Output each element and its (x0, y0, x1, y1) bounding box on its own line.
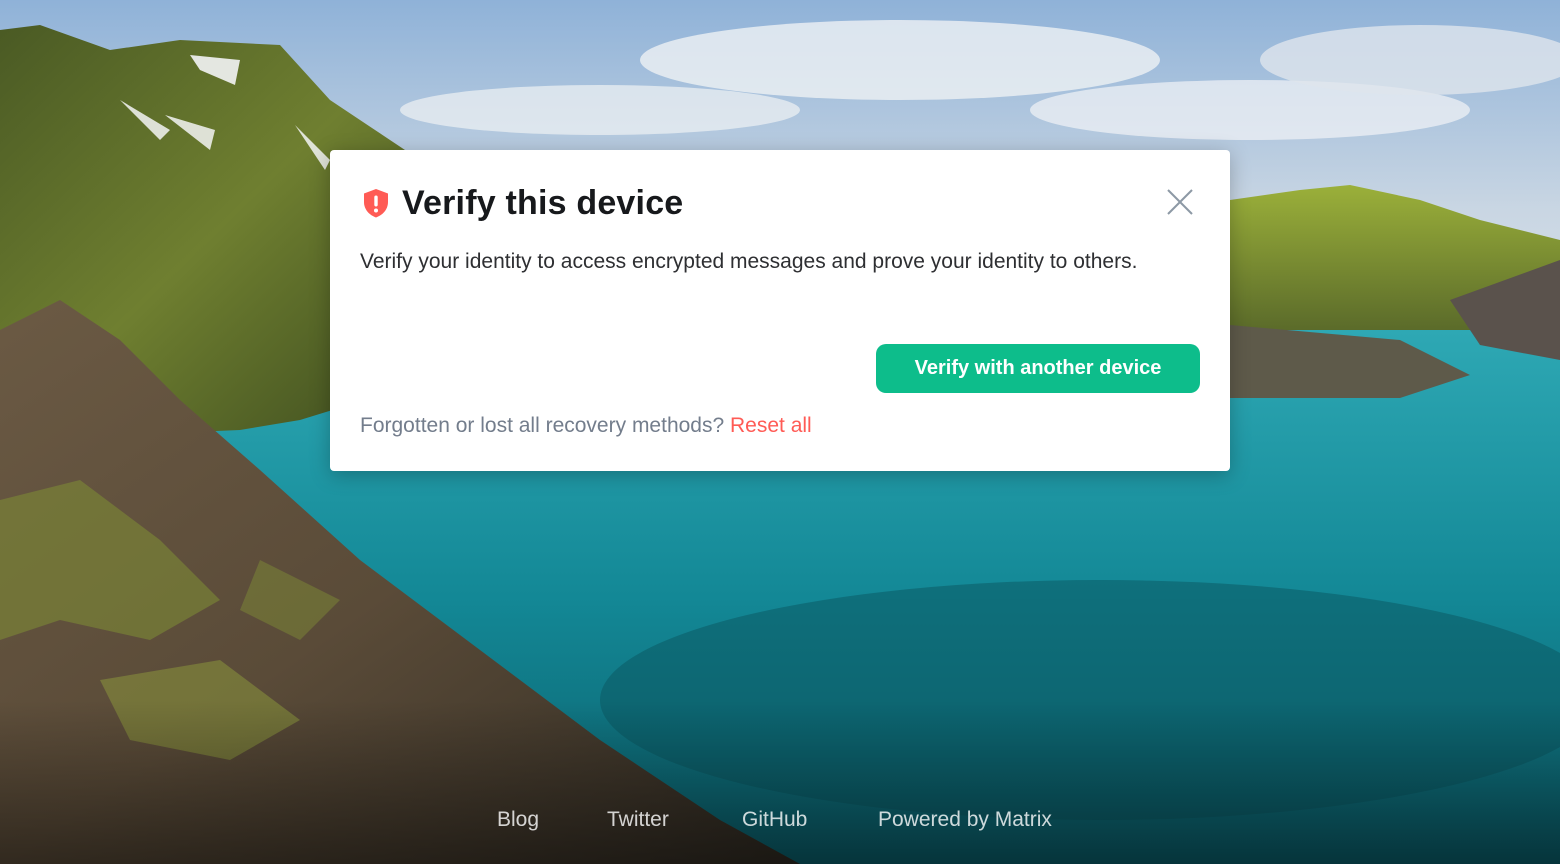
footer-link-blog[interactable]: Blog (497, 808, 539, 832)
reset-all-link[interactable]: Reset all (730, 414, 812, 437)
footer-link-powered-by-matrix[interactable]: Powered by Matrix (878, 808, 1052, 832)
dialog-title: Verify this device (402, 183, 684, 222)
recovery-prompt-text: Forgotten or lost all recovery methods? (360, 414, 725, 437)
dialog-actions: Verify with another device (876, 344, 1200, 393)
shield-warning-icon (360, 187, 392, 219)
verify-device-dialog: Verify this device Verify your identity … (330, 150, 1230, 471)
close-button[interactable] (1166, 188, 1194, 216)
verify-with-another-device-button[interactable]: Verify with another device (876, 344, 1200, 393)
footer-link-github[interactable]: GitHub (742, 808, 807, 832)
footer: Blog Twitter GitHub Powered by Matrix (0, 808, 1560, 838)
footer-link-twitter[interactable]: Twitter (607, 808, 669, 832)
recovery-row: Forgotten or lost all recovery methods? … (360, 414, 812, 438)
dialog-header: Verify this device (360, 180, 1200, 226)
close-icon (1167, 189, 1193, 215)
dialog-description: Verify your identity to access encrypted… (360, 250, 1138, 273)
